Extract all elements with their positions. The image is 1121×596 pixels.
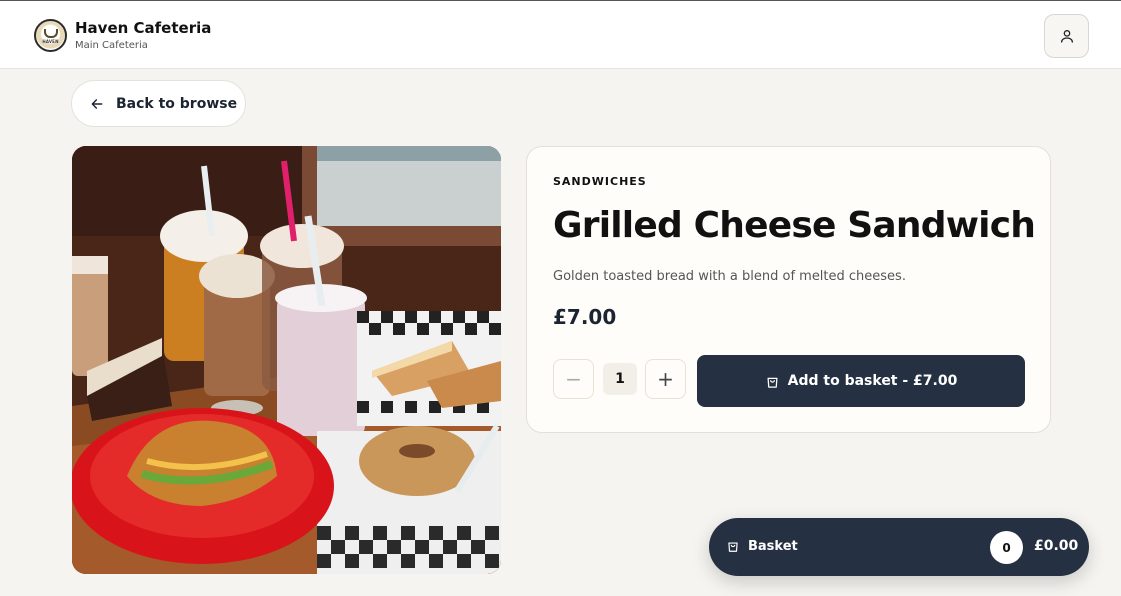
shopping-bag-icon [726,539,740,553]
add-to-basket-button[interactable]: Add to basket - £7.00 [697,355,1025,407]
coffee-cup-icon [43,29,58,38]
product-category: SANDWICHES [553,175,647,188]
product-image [72,146,501,574]
product-price: £7.00 [553,305,617,329]
minus-icon: − [565,367,582,391]
product-description: Golden toasted bread with a blend of mel… [553,269,906,284]
product-title: Grilled Cheese Sandwich [553,205,1036,246]
plus-icon: + [657,367,674,391]
brand-name: Haven Cafeteria [75,19,212,37]
basket-label: Basket [748,539,798,554]
product-detail-card: SANDWICHES Grilled Cheese Sandwich Golde… [526,146,1051,433]
back-to-browse-button[interactable]: Back to browse [71,80,246,127]
logo-text: HAVEN [42,39,59,44]
app-header: HAVEN Haven Cafeteria Main Cafeteria [0,0,1121,69]
increase-quantity-button[interactable]: + [645,359,686,399]
location-name: Main Cafeteria [75,40,148,51]
basket-total: £0.00 [1034,538,1079,554]
add-to-basket-label: Add to basket - £7.00 [787,373,958,389]
user-icon [1060,30,1073,43]
haven-logo[interactable]: HAVEN [34,19,67,52]
decrease-quantity-button[interactable]: − [553,359,594,399]
back-label: Back to browse [116,95,238,112]
shopping-bag-icon [765,374,780,389]
basket-count-badge: 0 [990,531,1023,564]
arrow-left-icon [90,97,104,111]
quantity-value: 1 [603,363,637,395]
account-button[interactable] [1044,14,1089,58]
basket-bar[interactable]: Basket 0 £0.00 [709,518,1089,576]
